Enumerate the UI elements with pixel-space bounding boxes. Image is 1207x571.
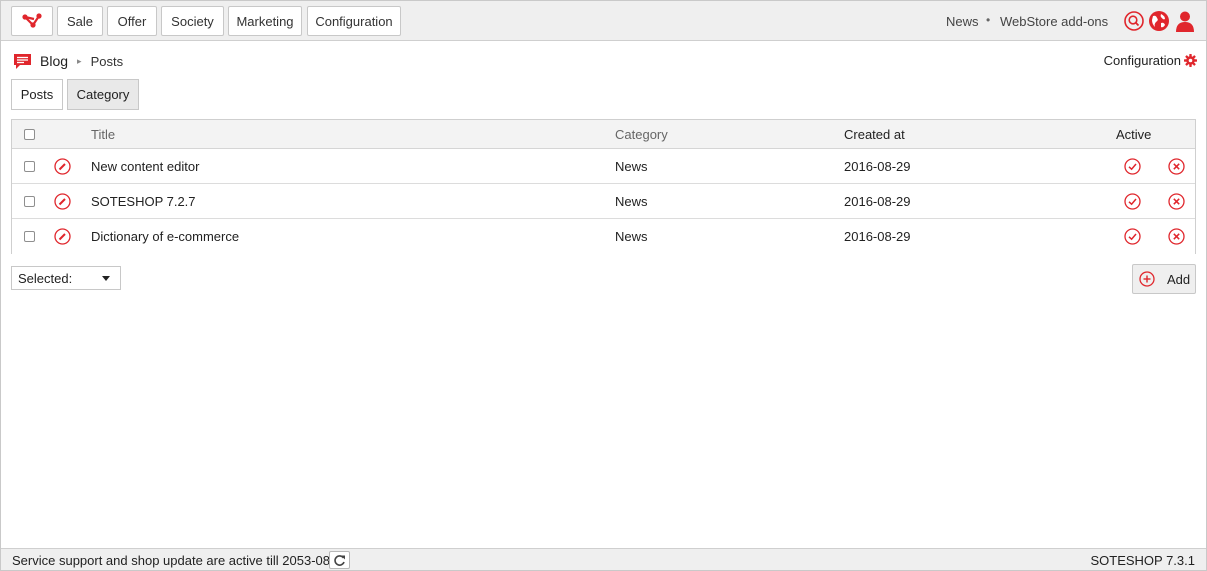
tab-category[interactable]: Category (67, 79, 139, 110)
active-check-icon[interactable] (1124, 192, 1141, 210)
nav-society-button[interactable]: Society (161, 6, 224, 36)
link-separator: • (986, 13, 991, 27)
row-created-at: 2016-08-29 (844, 158, 911, 174)
column-header-created-at[interactable]: Created at (844, 120, 905, 148)
nav-marketing-button[interactable]: Marketing (228, 6, 302, 36)
search-icon[interactable] (1123, 10, 1145, 32)
breadcrumb-blog-link[interactable]: Blog (40, 53, 68, 69)
gear-icon (1184, 54, 1197, 67)
breadcrumb-arrow: ▸ (77, 55, 82, 66)
tab-posts[interactable]: Posts (11, 79, 63, 110)
refresh-icon (334, 554, 345, 566)
bulk-action-select[interactable]: Selected: (11, 266, 121, 290)
nav-sale-button[interactable]: Sale (57, 6, 103, 36)
row-checkbox[interactable] (24, 231, 35, 242)
app-window (0, 0, 1207, 571)
delete-icon[interactable] (1168, 228, 1185, 245)
table-row[interactable]: New content editor News 2016-08-29 (12, 149, 1195, 184)
support-status-text: Service support and shop update are acti… (12, 553, 349, 568)
row-created-at: 2016-08-29 (844, 229, 911, 244)
news-link[interactable]: News (946, 14, 979, 29)
active-check-icon[interactable] (1124, 157, 1141, 175)
configuration-link[interactable]: Configuration (1104, 53, 1197, 68)
status-bar: Service support and shop update are acti… (1, 548, 1206, 570)
column-header-title[interactable]: Title (91, 120, 115, 148)
nav-configuration-button[interactable]: Configuration (307, 6, 401, 36)
table-header: Title Category Created at Active (12, 120, 1195, 149)
edit-icon[interactable] (54, 192, 71, 210)
select-all-checkbox[interactable] (24, 128, 35, 140)
row-category: News (615, 193, 648, 209)
edit-icon[interactable] (54, 157, 71, 175)
table-row[interactable]: Dictionary of e-commerce News 2016-08-29 (12, 219, 1195, 254)
row-category: News (615, 158, 648, 174)
row-title[interactable]: Dictionary of e-commerce (91, 219, 239, 254)
configuration-link-label: Configuration (1103, 53, 1181, 68)
bulk-action-label: Selected: (18, 270, 73, 286)
user-icon[interactable] (1174, 10, 1196, 32)
refresh-button[interactable] (329, 551, 350, 569)
breadcrumb: Blog ▸ Posts (13, 52, 123, 70)
table-row[interactable]: SOTESHOP 7.2.7 News 2016-08-29 (12, 184, 1195, 219)
active-check-icon[interactable] (1124, 228, 1141, 245)
nav-offer-button[interactable]: Offer (107, 6, 157, 36)
row-checkbox[interactable] (24, 160, 35, 172)
row-title[interactable]: New content editor (91, 149, 199, 183)
row-checkbox[interactable] (24, 195, 35, 207)
top-navigation-bar: Sale Offer Society Marketing Configurati… (1, 1, 1206, 41)
edit-icon[interactable] (54, 228, 71, 245)
plus-circle-icon (1139, 271, 1155, 287)
chevron-down-icon (102, 276, 110, 281)
add-post-button[interactable]: Add (1132, 264, 1196, 294)
row-category: News (615, 229, 648, 244)
delete-icon[interactable] (1168, 192, 1185, 210)
soteshop-logo-icon (22, 13, 42, 28)
globe-icon[interactable] (1148, 10, 1170, 32)
version-label: SOTESHOP 7.3.1 (1090, 553, 1195, 568)
webstore-addons-link[interactable]: WebStore add-ons (1000, 14, 1108, 29)
row-created-at: 2016-08-29 (844, 193, 911, 209)
blog-comment-icon (14, 53, 31, 69)
column-header-active[interactable]: Active (1116, 120, 1151, 148)
posts-table: Title Category Created at Active New con… (11, 119, 1196, 254)
home-logo-button[interactable] (11, 6, 53, 36)
row-title[interactable]: SOTESHOP 7.2.7 (91, 184, 196, 218)
breadcrumb-current-page: Posts (90, 53, 124, 69)
delete-icon[interactable] (1168, 157, 1185, 175)
add-button-label: Add (1167, 271, 1191, 287)
column-header-category[interactable]: Category (615, 120, 668, 148)
